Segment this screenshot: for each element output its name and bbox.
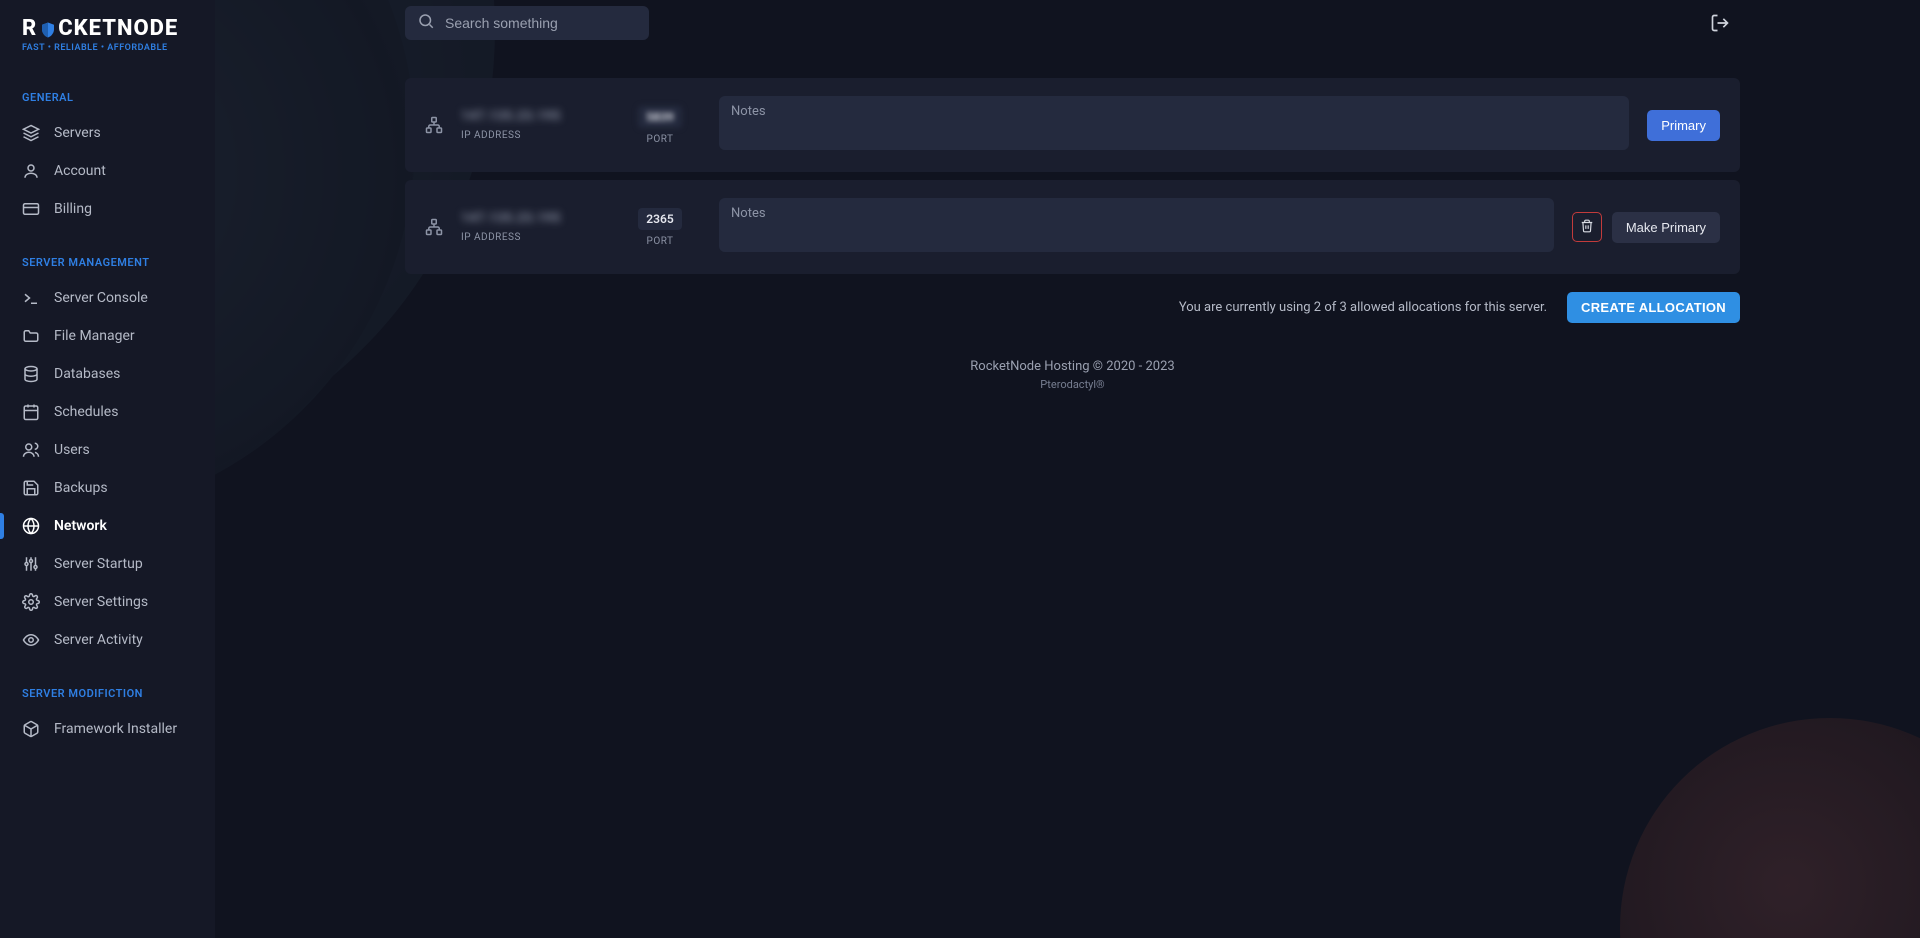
allocation-row: 147.135.23.195 IP ADDRESS 5839 PORT Prim… <box>405 78 1740 172</box>
sidebar-item-schedules[interactable]: Schedules <box>0 393 215 431</box>
search-input[interactable] <box>445 15 637 31</box>
user-icon <box>22 162 40 180</box>
logout-button[interactable] <box>1710 13 1730 33</box>
notes-input[interactable] <box>719 96 1629 150</box>
brand-tagline: FAST • RELIABLE • AFFORDABLE <box>22 43 193 53</box>
sidebar-item-console[interactable]: Server Console <box>0 279 215 317</box>
brand-name-left: R <box>22 16 37 41</box>
sidebar-item-backups[interactable]: Backups <box>0 469 215 507</box>
sidebar-item-framework[interactable]: Framework Installer <box>0 710 215 748</box>
search-icon <box>417 12 445 34</box>
card-icon <box>22 200 40 218</box>
port-value: 2365 <box>638 208 681 230</box>
usage-text: You are currently using 2 of 3 allowed a… <box>1179 300 1547 315</box>
calendar-icon <box>22 403 40 421</box>
delete-button[interactable] <box>1572 212 1602 242</box>
sliders-icon <box>22 555 40 573</box>
box-icon <box>22 720 40 738</box>
ip-label: IP ADDRESS <box>461 232 561 243</box>
sidebar-item-account[interactable]: Account <box>0 152 215 190</box>
section-mgmt-label: SERVER MANAGEMENT <box>0 228 215 279</box>
globe-icon <box>22 517 40 535</box>
section-general-label: GENERAL <box>0 63 215 114</box>
sidebar-item-servers[interactable]: Servers <box>0 114 215 152</box>
sidebar-item-startup[interactable]: Server Startup <box>0 545 215 583</box>
nav-label: Network <box>54 518 107 534</box>
nav-label: Server Console <box>54 290 148 306</box>
footer-line2: Pterodactyl® <box>405 378 1740 391</box>
ip-value: 147.135.23.195 <box>461 211 561 226</box>
nav-label: Schedules <box>54 404 118 420</box>
sidebar-item-databases[interactable]: Databases <box>0 355 215 393</box>
nav-label: Billing <box>54 201 92 217</box>
create-allocation-button[interactable]: CREATE ALLOCATION <box>1567 292 1740 323</box>
nav-label: Server Startup <box>54 556 143 572</box>
nav-label: Users <box>54 442 90 458</box>
gear-icon <box>22 593 40 611</box>
nav-label: Servers <box>54 125 101 141</box>
search-field[interactable] <box>405 6 649 40</box>
sidebar-item-settings[interactable]: Server Settings <box>0 583 215 621</box>
section-mod-label: SERVER MODIFICTION <box>0 659 215 710</box>
main: 147.135.23.195 IP ADDRESS 5839 PORT Prim… <box>215 0 1920 938</box>
trash-icon <box>1580 219 1594 236</box>
save-icon <box>22 479 40 497</box>
ip-value: 147.135.23.195 <box>461 109 561 124</box>
allocation-row: 147.135.23.195 IP ADDRESS 2365 PORT Make… <box>405 180 1740 274</box>
sidebar-item-files[interactable]: File Manager <box>0 317 215 355</box>
nav-label: Framework Installer <box>54 721 177 737</box>
port-label: PORT <box>625 236 695 247</box>
network-icon <box>425 116 443 134</box>
sidebar-item-billing[interactable]: Billing <box>0 190 215 228</box>
network-icon <box>425 218 443 236</box>
footer-line1: RocketNode Hosting © 2020 - 2023 <box>405 359 1740 374</box>
nav-label: Account <box>54 163 106 179</box>
port-value: 5839 <box>638 106 681 128</box>
sidebar-item-network[interactable]: Network <box>0 507 215 545</box>
nav-label: Server Settings <box>54 594 148 610</box>
nav-label: Databases <box>54 366 120 382</box>
shield-icon <box>39 20 57 38</box>
database-icon <box>22 365 40 383</box>
content: 147.135.23.195 IP ADDRESS 5839 PORT Prim… <box>215 46 1920 938</box>
nav-label: Backups <box>54 480 108 496</box>
layers-icon <box>22 124 40 142</box>
notes-input[interactable] <box>719 198 1554 252</box>
primary-badge: Primary <box>1647 110 1720 141</box>
sidebar: R CKETNODE FAST • RELIABLE • AFFORDABLE … <box>0 0 215 938</box>
users-icon <box>22 441 40 459</box>
terminal-icon <box>22 289 40 307</box>
make-primary-button[interactable]: Make Primary <box>1612 212 1720 243</box>
sidebar-item-users[interactable]: Users <box>0 431 215 469</box>
port-label: PORT <box>625 134 695 145</box>
footer: RocketNode Hosting © 2020 - 2023 Pteroda… <box>405 359 1740 391</box>
brand-logo[interactable]: R CKETNODE FAST • RELIABLE • AFFORDABLE <box>0 0 215 63</box>
nav-label: File Manager <box>54 328 135 344</box>
folder-icon <box>22 327 40 345</box>
brand-name-right: CKETNODE <box>58 16 178 41</box>
topbar <box>215 0 1920 46</box>
eye-icon <box>22 631 40 649</box>
ip-label: IP ADDRESS <box>461 130 561 141</box>
nav-label: Server Activity <box>54 632 143 648</box>
sidebar-item-activity[interactable]: Server Activity <box>0 621 215 659</box>
